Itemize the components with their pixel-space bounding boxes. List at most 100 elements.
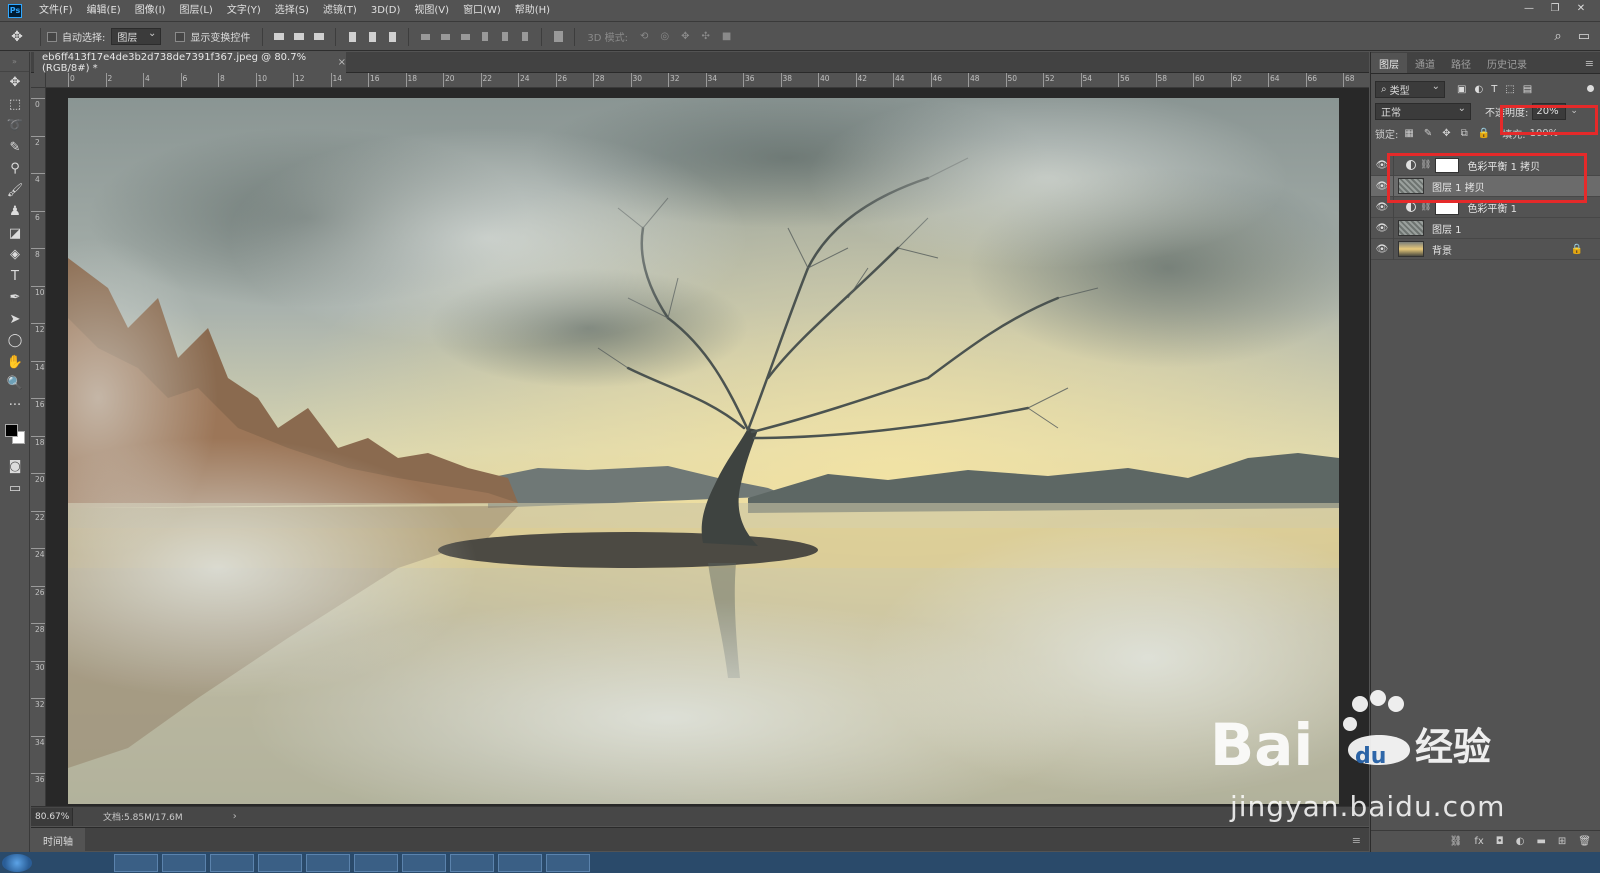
horizontal-ruler[interactable]: 0 2 4 6 8 10 12 14 16 18 20 22 24 26 28 30 32 34 36 38 40 42 4… [46,73,1369,88]
menu-layer[interactable]: 图层(L) [172,0,219,22]
align-right-icon[interactable] [383,28,401,46]
zoom-tool-icon[interactable]: 🔍 [0,373,30,395]
link-icon[interactable]: ⛓ [1450,836,1463,847]
distribute-left-icon[interactable] [476,28,494,46]
move-tool-preset-icon[interactable]: ✥ [0,23,34,51]
menu-image[interactable]: 图像(I) [128,0,173,22]
align-bottom-icon[interactable] [310,28,328,46]
layer-name[interactable]: 图层 1 [1432,221,1462,236]
tab-paths[interactable]: 路径 [1443,53,1479,73]
blend-mode-dropdown[interactable]: 正常 [1375,102,1471,120]
toolbar-grip[interactable]: » [0,52,29,72]
menu-file[interactable]: 文件(F) [32,0,80,22]
hand-tool-icon[interactable]: ✋ [0,352,30,374]
path-select-tool-icon[interactable]: ➤ [0,309,30,331]
zoom-field[interactable]: 80.67% [31,807,73,826]
align-vcenter-icon[interactable] [290,28,308,46]
quick-select-tool-icon[interactable]: ✎ [0,137,30,159]
align-hcenter-icon[interactable] [363,28,381,46]
visibility-eye-icon[interactable]: 👁 [1371,202,1393,213]
lock-all-icon[interactable]: 🔒 [1478,128,1490,139]
layer-name[interactable]: 背景 [1432,242,1452,257]
pen-tool-icon[interactable]: ✒ [0,287,30,309]
tab-layers[interactable]: 图层 [1371,53,1407,73]
gradient-tool-icon[interactable]: ◈ [0,244,30,266]
taskbar-app[interactable] [210,853,254,872]
close-tab-icon[interactable]: × [338,57,346,68]
close-button[interactable]: ✕ [1568,0,1594,16]
menu-edit[interactable]: 编辑(E) [80,0,128,22]
vertical-ruler[interactable]: 0 2 4 6 8 10 12 14 16 18 20 22 24 26 28 30 32 34 36 [31,88,46,806]
tab-channels[interactable]: 通道 [1407,53,1443,73]
brush-tool-icon[interactable]: 🖌 [0,180,30,202]
start-button[interactable] [2,853,32,872]
minimize-button[interactable]: — [1516,0,1542,16]
distribute-hcenter-icon[interactable] [496,28,514,46]
show-transform-checkbox[interactable] [175,31,186,42]
visibility-eye-icon[interactable]: 👁 [1371,244,1393,255]
type-filter-icon[interactable]: T [1491,84,1497,95]
pixel-filter-icon[interactable]: ▣ [1457,84,1466,95]
distribute-bottom-icon[interactable] [456,28,474,46]
menu-view[interactable]: 视图(V) [407,0,456,22]
layer-row[interactable]: 👁 背景 🔒 [1371,238,1600,260]
auto-select-dropdown[interactable]: 图层 [111,28,162,45]
new-layer-icon[interactable]: ⊞ [1558,836,1566,847]
foreground-color[interactable] [5,424,18,437]
stamp-tool-icon[interactable]: ♟ [0,201,30,223]
panel-menu-icon[interactable]: ≡ [1585,57,1594,70]
trash-icon[interactable]: 🗑 [1578,836,1591,847]
taskbar-app[interactable] [258,853,302,872]
distribute-top-icon[interactable] [416,28,434,46]
auto-select-checkbox[interactable] [47,31,57,42]
lasso-tool-icon[interactable]: ➰ [0,115,30,137]
adjustment-filter-icon[interactable]: ◐ [1474,84,1483,95]
distribute-vcenter-icon[interactable] [436,28,454,46]
layer-thumbnail[interactable] [1398,241,1424,257]
type-tool-icon[interactable]: T [0,266,30,288]
menu-help[interactable]: 帮助(H) [508,0,557,22]
status-menu-arrow-icon[interactable]: › [233,811,237,822]
menu-select[interactable]: 选择(S) [268,0,316,22]
visibility-eye-icon[interactable]: 👁 [1371,223,1393,234]
panel-menu-icon[interactable]: ≡ [1352,834,1361,847]
ellipse-tool-icon[interactable]: ◯ [0,330,30,352]
fx-icon[interactable]: fx [1474,836,1483,847]
taskbar-app[interactable] [402,853,446,872]
link-chain-icon[interactable]: ⛓ [1420,202,1431,212]
taskbar-app[interactable] [354,853,398,872]
eyedropper-tool-icon[interactable]: ⚲ [0,158,30,180]
lock-transparent-icon[interactable]: ▦ [1404,128,1413,139]
tab-history[interactable]: 历史记录 [1479,53,1535,73]
layer-thumbnail[interactable] [1398,220,1424,236]
smart-object-filter-icon[interactable]: ▤ [1523,84,1532,95]
shape-filter-icon[interactable]: ⬚ [1505,84,1514,95]
restore-button[interactable]: ❐ [1542,0,1568,16]
taskbar-app[interactable] [114,853,158,872]
more-tools-icon[interactable]: ··· [0,395,30,417]
taskbar-app[interactable] [306,853,350,872]
eraser-tool-icon[interactable]: ◪ [0,223,30,245]
menu-type[interactable]: 文字(Y) [220,0,268,22]
screen-mode-icon[interactable]: ▭ [0,478,30,500]
timeline-tab[interactable]: 时间轴 [31,828,85,852]
taskbar-app[interactable] [546,853,590,872]
distribute-right-icon[interactable] [516,28,534,46]
taskbar-app[interactable] [498,853,542,872]
quick-mask-icon[interactable]: ◙ [0,456,30,478]
layer-filter-dropdown[interactable]: ⌕ 类型 [1375,80,1445,98]
taskbar-app[interactable] [450,853,494,872]
taskbar-app[interactable] [162,853,206,872]
marquee-tool-icon[interactable]: ⬚ [0,94,30,116]
mask-icon[interactable]: ◘ [1496,836,1504,847]
menu-filter[interactable]: 滤镜(T) [316,0,364,22]
search-icon[interactable]: ⌕ [1554,29,1561,44]
move-tool-icon[interactable]: ✥ [0,72,30,94]
document-tab[interactable]: eb6ff413f17e4de3b2d738de7391f367.jpeg @ … [34,52,346,74]
lock-artboard-icon[interactable]: ⧉ [1461,128,1468,139]
align-left-icon[interactable] [343,28,361,46]
menu-3d[interactable]: 3D(D) [364,0,408,22]
filter-toggle-icon[interactable] [1587,85,1594,92]
align-top-icon[interactable] [270,28,288,46]
workspace-icon[interactable]: ▭ [1578,29,1590,44]
